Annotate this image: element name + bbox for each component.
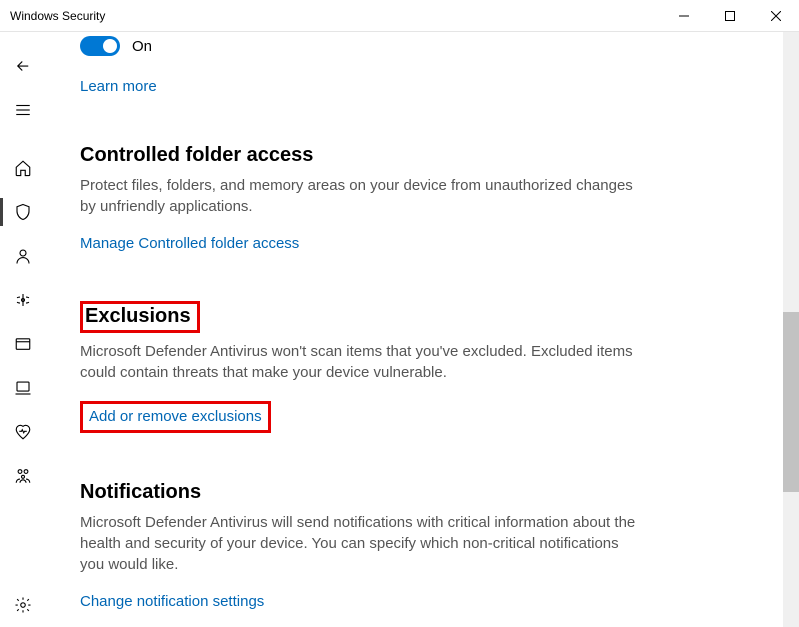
close-button[interactable] bbox=[753, 0, 799, 32]
toggle-row: On bbox=[80, 36, 765, 56]
titlebar: Windows Security bbox=[0, 0, 799, 32]
toggle-switch[interactable] bbox=[80, 36, 120, 56]
controlled-folder-title: Controlled folder access bbox=[80, 144, 765, 167]
sidebar bbox=[0, 32, 46, 627]
sidebar-app-control[interactable] bbox=[0, 322, 46, 366]
change-notification-settings-link[interactable]: Change notification settings bbox=[80, 593, 264, 610]
sidebar-device-health[interactable] bbox=[0, 410, 46, 454]
manage-controlled-folder-link[interactable]: Manage Controlled folder access bbox=[80, 235, 299, 252]
window-title: Windows Security bbox=[10, 9, 105, 23]
controlled-folder-desc: Protect files, folders, and memory areas… bbox=[80, 175, 640, 217]
main: On Learn more Controlled folder access P… bbox=[0, 32, 799, 627]
add-remove-exclusions-link[interactable]: Add or remove exclusions bbox=[89, 408, 262, 425]
notifications-title: Notifications bbox=[80, 481, 765, 504]
notifications-desc: Microsoft Defender Antivirus will send n… bbox=[80, 512, 640, 575]
toggle-label: On bbox=[132, 38, 152, 55]
sidebar-virus-protection[interactable] bbox=[0, 190, 46, 234]
window-controls bbox=[661, 0, 799, 32]
section-exclusions: Exclusions Microsoft Defender Antivirus … bbox=[80, 301, 765, 433]
exclusions-desc: Microsoft Defender Antivirus won't scan … bbox=[80, 341, 640, 383]
scrollbar-thumb[interactable] bbox=[783, 312, 799, 492]
scrollbar-track[interactable] bbox=[783, 32, 799, 627]
highlight-exclusions-title: Exclusions bbox=[80, 301, 200, 333]
menu-button[interactable] bbox=[0, 88, 46, 132]
maximize-button[interactable] bbox=[707, 0, 753, 32]
sidebar-home[interactable] bbox=[0, 146, 46, 190]
content-area: On Learn more Controlled folder access P… bbox=[46, 32, 799, 627]
exclusions-title: Exclusions bbox=[85, 305, 191, 327]
highlight-exclusions-link: Add or remove exclusions bbox=[80, 401, 271, 433]
learn-more-link[interactable]: Learn more bbox=[80, 78, 157, 95]
sidebar-settings[interactable] bbox=[0, 583, 46, 627]
sidebar-device-security[interactable] bbox=[0, 366, 46, 410]
sidebar-account-protection[interactable] bbox=[0, 234, 46, 278]
sidebar-firewall[interactable] bbox=[0, 278, 46, 322]
back-button[interactable] bbox=[0, 44, 46, 88]
sidebar-family-options[interactable] bbox=[0, 454, 46, 498]
minimize-button[interactable] bbox=[661, 0, 707, 32]
section-notifications: Notifications Microsoft Defender Antivir… bbox=[80, 481, 765, 611]
section-controlled-folder: Controlled folder access Protect files, … bbox=[80, 144, 765, 253]
